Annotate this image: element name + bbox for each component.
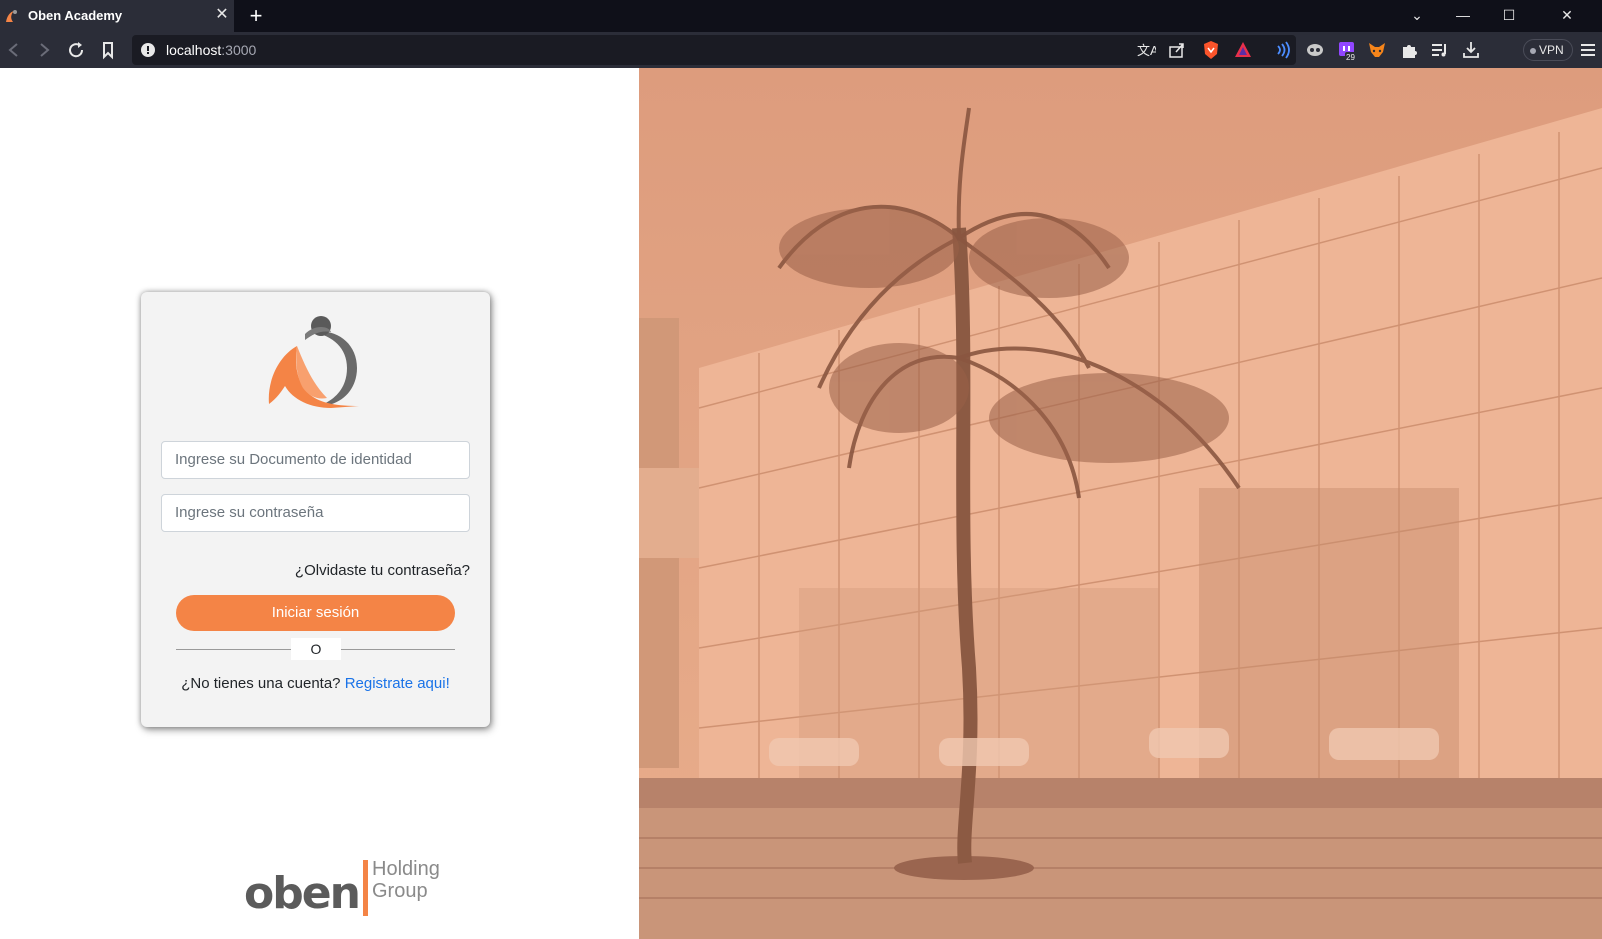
oben-favicon-icon — [6, 10, 17, 22]
url-host: localhost — [166, 42, 222, 58]
brave-shields-icon[interactable] — [1200, 39, 1222, 61]
brand-subtitle-line2: Group — [372, 880, 428, 902]
forward-arrow-icon[interactable] — [32, 38, 56, 62]
vpn-label: VPN — [1539, 43, 1564, 57]
url-port: :3000 — [221, 42, 257, 58]
tab-close-icon[interactable]: ✕ — [212, 5, 232, 25]
vpn-button[interactable]: VPN — [1523, 39, 1573, 61]
minimize-window-icon[interactable]: — — [1440, 0, 1486, 32]
page-content: Ingrese su Documento de identidad Ingres… — [0, 68, 1602, 939]
brand-name: oben — [244, 868, 361, 919]
browser-toolbar: localhost:3000 文A 29 VPN — [0, 32, 1602, 68]
tab-title: Oben Academy — [28, 8, 123, 23]
password-input[interactable]: Ingrese su contraseña — [161, 494, 470, 532]
extension-badge: 29 — [1346, 53, 1355, 61]
close-window-icon[interactable]: ✕ — [1532, 0, 1602, 32]
browser-tab-bar: Oben Academy ✕ + ⌄ — ☐ ✕ — [0, 0, 1602, 32]
maximize-window-icon[interactable]: ☐ — [1486, 0, 1532, 32]
extensions-puzzle-icon[interactable] — [1398, 39, 1420, 61]
login-card: Ingrese su Documento de identidad Ingres… — [141, 292, 490, 727]
brave-rewards-icon[interactable] — [1232, 39, 1254, 61]
extension-mask-icon[interactable] — [1304, 39, 1326, 61]
building-hero-image — [639, 68, 1602, 939]
reload-icon[interactable] — [64, 38, 88, 62]
brand-accent-bar — [363, 860, 368, 916]
login-panel: Ingrese su Documento de identidad Ingres… — [0, 68, 639, 939]
tab-search-chevron-icon[interactable]: ⌄ — [1394, 0, 1440, 32]
download-icon[interactable] — [1460, 39, 1482, 61]
vpn-status-dot-icon — [1530, 47, 1536, 54]
address-bar[interactable]: localhost:3000 文A — [132, 35, 1296, 65]
glass-building-palm-photo — [639, 68, 1602, 939]
oben-holding-group-logo: oben Holding Group — [244, 856, 444, 920]
wallet-signal-icon[interactable] — [1272, 39, 1294, 61]
signup-prompt: ¿No tienes una cuenta? Registrate aqui! — [141, 675, 490, 692]
menu-hamburger-icon[interactable] — [1578, 39, 1598, 61]
playlist-icon[interactable] — [1429, 39, 1451, 61]
svg-text:文A: 文A — [1137, 43, 1156, 58]
login-button[interactable]: Iniciar sesión — [176, 595, 455, 631]
translate-icon[interactable]: 文A — [1134, 39, 1156, 61]
or-divider-label: O — [291, 638, 341, 660]
browser-tab-active[interactable]: Oben Academy ✕ — [0, 0, 234, 32]
no-account-text: ¿No tienes una cuenta? — [181, 675, 341, 692]
share-icon[interactable] — [1166, 39, 1188, 61]
back-arrow-icon[interactable] — [2, 38, 26, 62]
document-id-input[interactable]: Ingrese su Documento de identidad — [161, 441, 470, 479]
site-info-icon[interactable] — [140, 42, 156, 58]
address-url: localhost:3000 — [166, 42, 256, 58]
brand-subtitle-line1: Holding — [372, 858, 440, 880]
twitch-extension-icon[interactable]: 29 — [1336, 39, 1358, 61]
metamask-fox-icon[interactable] — [1366, 39, 1388, 61]
oben-academy-logo-icon — [268, 316, 359, 408]
register-link[interactable]: Registrate aqui! — [345, 675, 450, 692]
new-tab-plus-icon[interactable]: + — [244, 4, 268, 28]
forgot-password-link[interactable]: ¿Olvidaste tu contraseña? — [295, 562, 470, 579]
bookmark-icon[interactable] — [96, 38, 120, 62]
